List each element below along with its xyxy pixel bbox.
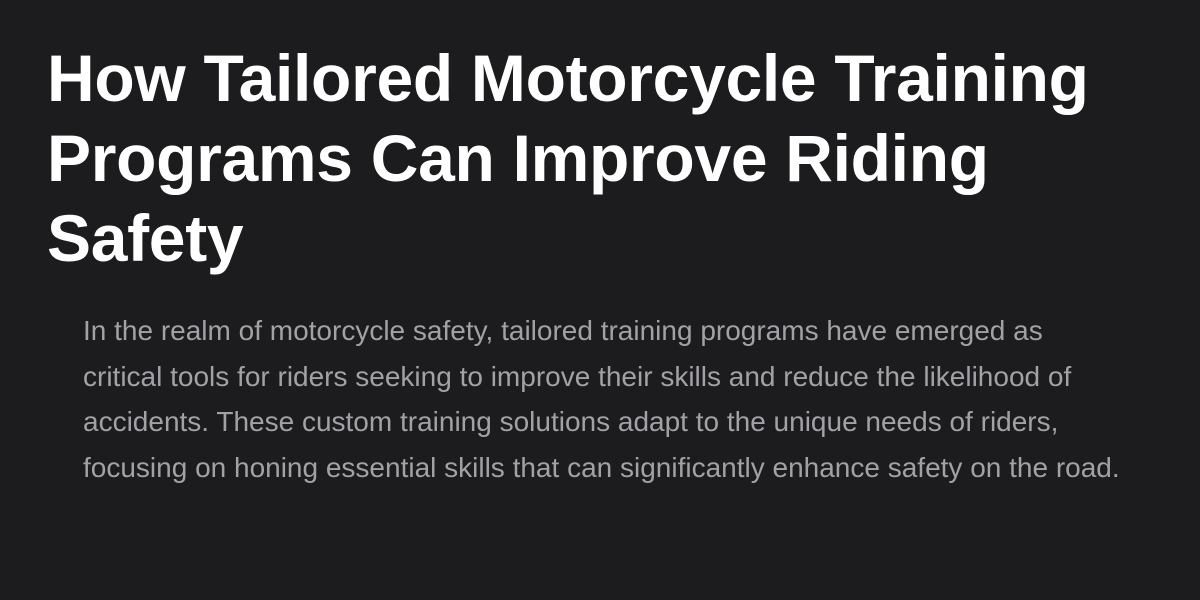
article-summary: In the realm of motorcycle safety, tailo… (83, 315, 1120, 483)
article-card: How Tailored Motorcycle Training Program… (0, 0, 1200, 600)
article-title: How Tailored Motorcycle Training Program… (47, 41, 1089, 275)
